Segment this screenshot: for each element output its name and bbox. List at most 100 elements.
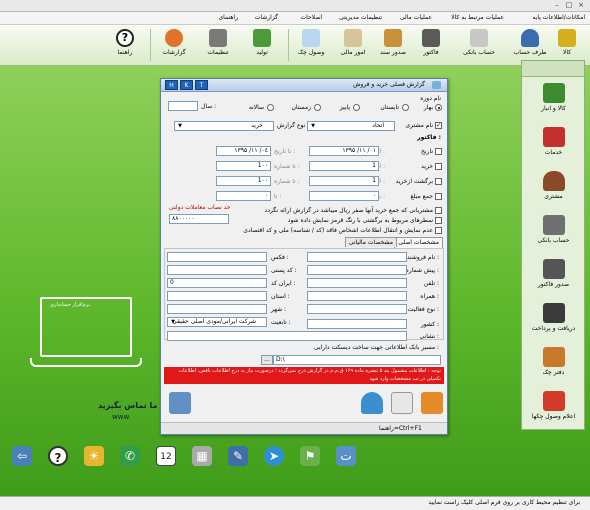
save-icon[interactable] [361, 392, 383, 414]
sidebar-item-receive-pay[interactable]: دریافت و پرداخت [526, 301, 581, 343]
menu-item-goods-ops[interactable]: عملیات مرتبط به کالا [451, 14, 504, 21]
menu-item-reports[interactable]: گزارشات [255, 14, 278, 21]
calculator-icon[interactable]: ▦ [192, 446, 212, 466]
activity-type-input[interactable] [307, 304, 407, 314]
right-sidebar: کالا و انبار خدمات مشتری حساب بانکی صدور… [521, 60, 585, 430]
country-input[interactable] [307, 319, 407, 329]
hotkey-k-button[interactable]: K [180, 80, 193, 90]
sidebar-item-customer[interactable]: مشتری [526, 169, 581, 211]
menu-item-corrections[interactable]: اصلاحات [300, 14, 322, 21]
total-amount-to-input[interactable]: ۰ [216, 191, 271, 201]
tab-main-info[interactable]: مشخصات اصلی [394, 237, 443, 248]
app-logo-icon[interactable]: ت [336, 446, 356, 466]
help-icon[interactable]: ? [48, 446, 68, 466]
notebook-icon[interactable]: ✎ [228, 446, 248, 466]
contact-text: با ما تماس بگیرید [98, 401, 167, 410]
report-type-select[interactable]: ▼ خرید [174, 121, 274, 131]
minimize-icon[interactable]: – [552, 1, 562, 10]
telegram-icon[interactable]: ➤ [264, 446, 284, 466]
city-input[interactable] [167, 304, 267, 314]
season-spring-radio[interactable] [435, 104, 442, 111]
purchase-to-input[interactable]: 1۰۰ [216, 161, 271, 171]
government-limit-input[interactable]: ۸۸۰۰۰۰۰ [169, 214, 229, 224]
purchase-checkbox[interactable] [435, 163, 442, 170]
flag-icon[interactable]: ⚑ [300, 446, 320, 466]
purchase-return-checkbox[interactable] [435, 178, 442, 185]
mobile-input[interactable] [307, 291, 407, 301]
toolbar-check-button[interactable]: وصول چک [292, 27, 330, 63]
toolbar-financial-button[interactable]: امور مالی [334, 27, 372, 63]
toolbar-party-button[interactable]: طرف حساب [511, 27, 549, 63]
season-yearly-radio[interactable] [267, 104, 274, 111]
toolbar-help-button[interactable]: ? راهنما [106, 27, 144, 63]
customer-name-checkbox[interactable]: ✓ [435, 122, 442, 129]
sidebar-item-issue-invoice[interactable]: صدور فاکتور [526, 257, 581, 299]
prefix-input[interactable] [307, 265, 407, 275]
sidebar-item-bank-account[interactable]: حساب بانکی [526, 213, 581, 255]
postal-code-input[interactable] [167, 265, 267, 275]
help-icon: ? [116, 29, 134, 47]
menu-item-help[interactable]: راهنمای [218, 14, 238, 21]
exit-icon[interactable]: ⇦ [12, 446, 32, 466]
toolbar-invoice-button[interactable]: فاکتور [412, 27, 450, 63]
phone-icon[interactable]: ✆ [120, 446, 140, 466]
address-input[interactable] [167, 331, 407, 341]
customer-select[interactable]: ▼ اتحاد [307, 121, 395, 131]
sidebar-item-check-collection[interactable]: اعلام وصول چکها [526, 389, 581, 431]
season-winter-radio[interactable] [314, 104, 321, 111]
red-return-rows-checkbox[interactable] [435, 217, 442, 224]
toolbar-kala-button[interactable]: کالا [548, 27, 586, 63]
weather-icon[interactable]: ☀ [84, 446, 104, 466]
export-icon[interactable] [421, 392, 443, 414]
iran-code-input[interactable]: 0 [167, 278, 267, 288]
maximize-icon[interactable]: □ [564, 1, 574, 10]
menu-item-financial-ops[interactable]: عملیات مالی [400, 14, 432, 21]
check-collection-icon [542, 391, 565, 411]
date-label: تاریخ [421, 148, 433, 155]
total-amount-checkbox[interactable] [435, 193, 442, 200]
purchase-from-input[interactable]: 1 [309, 161, 379, 171]
purchase-to-label: تا شماره : [274, 163, 300, 170]
fax-input[interactable] [167, 252, 267, 262]
red-return-rows-option: سطرهای مربوط به برگشتی با رنگ قرمز نمایش… [287, 217, 433, 224]
sidebar-item-goods[interactable]: کالا و انبار [526, 81, 581, 123]
purchase-return-to-input[interactable]: 1۰۰ [216, 176, 271, 186]
year-input[interactable] [168, 101, 198, 111]
nationality-select[interactable]: ▼ شرکت ایرانی/مودی اصلی حقیقی [167, 317, 267, 327]
date-to-input[interactable]: ۱۳۹۵ /۱۱ /۰٤ [216, 146, 271, 156]
period-label: نام دوره [420, 95, 441, 102]
province-input[interactable] [167, 291, 267, 301]
hotkey-t-button[interactable]: T [195, 80, 208, 90]
sidebar-item-checkbook[interactable]: دفتر چک [526, 345, 581, 387]
season-autumn-radio[interactable] [353, 104, 360, 111]
close-icon[interactable]: × [576, 1, 586, 10]
toolbar-settings-button[interactable]: تنظیمات [198, 27, 238, 63]
season-summer-radio[interactable] [402, 104, 409, 111]
hotkey-h-button[interactable]: H [165, 80, 178, 90]
season-autumn-label: پاییز [339, 104, 350, 111]
zero-purchase-checkbox[interactable] [435, 207, 442, 214]
toolbar-production-button[interactable]: تولید [240, 27, 284, 63]
tab-tax-info[interactable]: مشخصات مالیاتی [344, 237, 397, 247]
cash-register-icon [542, 303, 565, 323]
purchase-return-from-input[interactable]: 1 [309, 176, 379, 186]
phone-input[interactable] [307, 278, 407, 288]
menu-item-basic-info[interactable]: امکانات/اطلاعات پایه [532, 14, 585, 21]
hide-missing-ids-checkbox[interactable] [435, 227, 442, 234]
seller-name-input[interactable] [307, 252, 407, 262]
report-dialog: H K T گزارش فصلی خرید و فروش نام دوره به… [160, 78, 448, 435]
toolbar-document-button[interactable]: صدور سند [374, 27, 412, 63]
date-from-input[interactable]: ۱۳۹۵ /۱۱ /۰۱ [309, 146, 379, 156]
browse-button[interactable]: ... [261, 355, 273, 365]
total-amount-from-input[interactable]: ۰ [309, 191, 379, 201]
phone-label: تلفن : [423, 280, 439, 287]
edit-icon[interactable] [391, 392, 413, 414]
sidebar-item-services[interactable]: خدمات [526, 125, 581, 167]
toolbar-reports-button[interactable]: گزارشات [152, 27, 196, 63]
database-path-input[interactable]: D:\ [273, 355, 441, 365]
menu-item-admin-settings[interactable]: تنظیمات مدیریتی [339, 14, 382, 21]
exit-icon[interactable] [169, 392, 191, 414]
toolbar-bank-account-button[interactable]: حساب بانکی [460, 27, 498, 63]
calendar-icon[interactable]: 12 [156, 446, 176, 466]
date-checkbox[interactable] [435, 148, 442, 155]
